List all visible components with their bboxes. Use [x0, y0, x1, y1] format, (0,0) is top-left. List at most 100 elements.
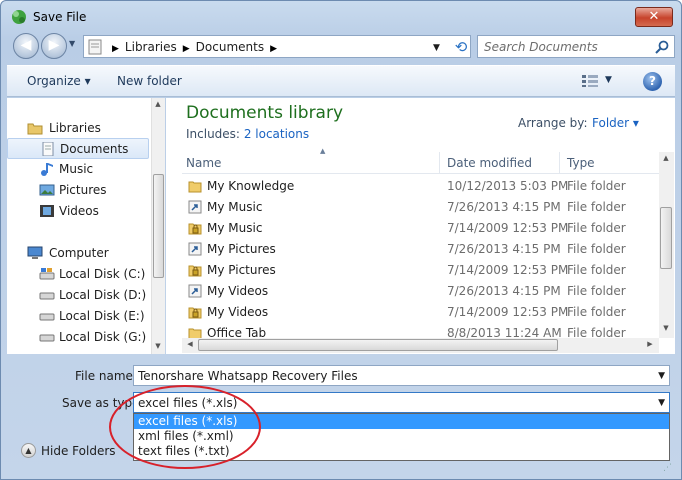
column-name[interactable]: Name: [186, 156, 221, 170]
locations-link[interactable]: 2 locations: [244, 127, 309, 141]
pictures-icon: [39, 184, 55, 196]
breadcrumb-libraries[interactable]: Libraries: [125, 40, 177, 54]
file-name-input[interactable]: Tenorshare Whatsapp Recovery Files ▼: [133, 365, 670, 386]
file-type: File folder: [567, 263, 626, 277]
column-divider[interactable]: [559, 152, 560, 174]
address-bar[interactable]: ▶ Libraries ▶ Documents ▶ ▼ ⟲: [83, 35, 471, 58]
file-date-modified: 10/12/2013 5:03 PM: [447, 179, 569, 193]
file-row[interactable]: My Videos 7/26/2013 4:15 PM File folder: [182, 281, 660, 302]
sidebar-item-videos[interactable]: Videos: [7, 201, 149, 222]
type-option-xls[interactable]: excel files (*.xls): [134, 414, 669, 429]
file-type: File folder: [567, 221, 626, 235]
sidebar-item-local-disk-e[interactable]: Local Disk (E:): [7, 306, 149, 327]
sidebar-item-local-disk-c[interactable]: Local Disk (C:): [7, 264, 149, 285]
file-row[interactable]: My Pictures 7/26/2013 4:15 PM File folder: [182, 239, 660, 260]
folder-icon: [188, 179, 202, 193]
search-icon[interactable]: [654, 39, 670, 55]
file-row[interactable]: My Music 7/14/2009 12:53 PM File folder: [182, 218, 660, 239]
file-row[interactable]: My Knowledge 10/12/2013 5:03 PM File folde…: [182, 176, 660, 197]
breadcrumb-chevron-icon[interactable]: ▶: [177, 44, 196, 54]
organize-button[interactable]: Organize ▾: [27, 74, 91, 88]
breadcrumb-documents[interactable]: Documents: [196, 40, 264, 54]
file-name: My Music: [207, 200, 263, 214]
file-type: File folder: [567, 305, 626, 319]
view-options-icon[interactable]: [581, 74, 599, 88]
sidebar-item-pictures[interactable]: Pictures: [7, 180, 149, 201]
column-divider[interactable]: [439, 152, 440, 174]
sidebar-item-music[interactable]: Music: [7, 159, 149, 180]
file-date-modified: 7/14/2009 12:53 PM: [447, 263, 569, 277]
title-bar: Save File ✕: [1, 1, 681, 33]
scroll-left-icon[interactable]: ◀: [184, 340, 196, 348]
sidebar-item-computer[interactable]: Computer: [7, 243, 149, 264]
column-header: ▲ Name Date modified Type: [182, 147, 660, 174]
resize-grip-icon[interactable]: ⋰: [663, 463, 672, 473]
locked-folder-icon: [188, 221, 202, 235]
column-date-modified[interactable]: Date modified: [447, 156, 532, 170]
file-row[interactable]: My Videos 7/14/2009 12:53 PM File folder: [182, 302, 660, 323]
column-type[interactable]: Type: [567, 156, 595, 170]
save-as-type-value: excel files (*.xls): [138, 396, 238, 410]
search-input[interactable]: Search Documents: [477, 35, 675, 58]
window-title: Save File: [33, 10, 87, 24]
breadcrumb-chevron-icon[interactable]: ▶: [106, 44, 125, 54]
close-button[interactable]: ✕: [635, 7, 673, 27]
nav-pane-scrollbar[interactable]: ▲ ▼: [151, 98, 165, 354]
save-as-type-label: Save as type:: [62, 396, 144, 410]
forward-button[interactable]: ▶: [41, 33, 67, 59]
type-option-xml[interactable]: xml files (*.xml): [134, 429, 669, 444]
recent-locations-dropdown[interactable]: ▼: [69, 39, 75, 48]
back-button[interactable]: ◀: [13, 33, 39, 59]
horizontal-scrollbar[interactable]: ◀ ▶: [182, 338, 659, 353]
navigation-pane: Libraries Documents Music Pictures Video…: [7, 98, 165, 354]
save-as-type-select[interactable]: excel files (*.xls) ▼: [133, 392, 670, 413]
file-name: My Videos: [207, 305, 269, 319]
drive-icon: [39, 268, 55, 280]
scroll-right-icon[interactable]: ▶: [644, 340, 656, 348]
scroll-up-icon[interactable]: ▲: [152, 100, 164, 108]
chevron-down-icon[interactable]: ▼: [658, 371, 665, 381]
save-form: File name: Tenorshare Whatsapp Recovery …: [7, 357, 675, 477]
arrange-by-label: Arrange by:: [518, 116, 588, 130]
save-file-dialog: Save File ✕ ◀ ▶ ▼ ▶ Libraries ▶ Documents ▶ …: [0, 0, 682, 480]
scroll-up-icon[interactable]: ▲: [660, 154, 672, 162]
scroll-down-icon[interactable]: ▼: [660, 324, 672, 332]
computer-icon: [27, 246, 43, 259]
file-name: My Videos: [207, 284, 269, 298]
scroll-down-icon[interactable]: ▼: [152, 342, 164, 350]
help-button[interactable]: ?: [643, 72, 662, 91]
breadcrumb-chevron-icon[interactable]: ▶: [264, 44, 283, 54]
libraries-icon: [27, 123, 43, 135]
sidebar-item-libraries[interactable]: Libraries: [7, 118, 149, 139]
sidebar-item-documents[interactable]: Documents: [7, 138, 149, 159]
chevron-down-icon[interactable]: ▼: [658, 398, 665, 408]
file-type: File folder: [567, 284, 626, 298]
view-dropdown-icon[interactable]: ▼: [605, 75, 612, 85]
command-toolbar: Organize ▾ New folder ▼ ?: [7, 65, 675, 97]
new-folder-button[interactable]: New folder: [117, 74, 182, 88]
search-placeholder: Search Documents: [484, 40, 598, 54]
file-date-modified: 7/14/2009 12:53 PM: [447, 305, 569, 319]
file-name: My Pictures: [207, 242, 276, 256]
file-name-value: Tenorshare Whatsapp Recovery Files: [138, 369, 358, 383]
sidebar-item-local-disk-d[interactable]: Local Disk (D:): [7, 285, 149, 306]
file-list-scroll-thumb[interactable]: [660, 207, 672, 269]
refresh-icon[interactable]: ⟲: [452, 38, 470, 56]
file-date-modified: 7/26/2013 4:15 PM: [447, 284, 561, 298]
type-option-txt[interactable]: text files (*.txt): [134, 444, 669, 459]
file-list-scrollbar[interactable]: ▲ ▼: [659, 152, 674, 338]
breadcrumb: ▶ Libraries ▶ Documents ▶: [106, 40, 283, 54]
nav-pane-scroll-thumb[interactable]: [153, 174, 164, 278]
sidebar-item-local-disk-g[interactable]: Local Disk (G:): [7, 327, 149, 348]
horizontal-scroll-thumb[interactable]: [198, 339, 558, 351]
shortcut-folder-icon: [188, 242, 202, 256]
collapse-up-icon: ▲: [21, 443, 36, 458]
address-dropdown-icon[interactable]: ▼: [433, 43, 440, 53]
file-name-label: File name:: [75, 369, 137, 383]
file-row[interactable]: My Music 7/26/2013 4:15 PM File folder: [182, 197, 660, 218]
arrange-by-dropdown[interactable]: Folder ▾: [592, 116, 639, 130]
documents-icon: [42, 142, 54, 156]
file-date-modified: 7/26/2013 4:15 PM: [447, 242, 561, 256]
file-row[interactable]: My Pictures 7/14/2009 12:53 PM File folder: [182, 260, 660, 281]
app-icon: [12, 10, 26, 24]
